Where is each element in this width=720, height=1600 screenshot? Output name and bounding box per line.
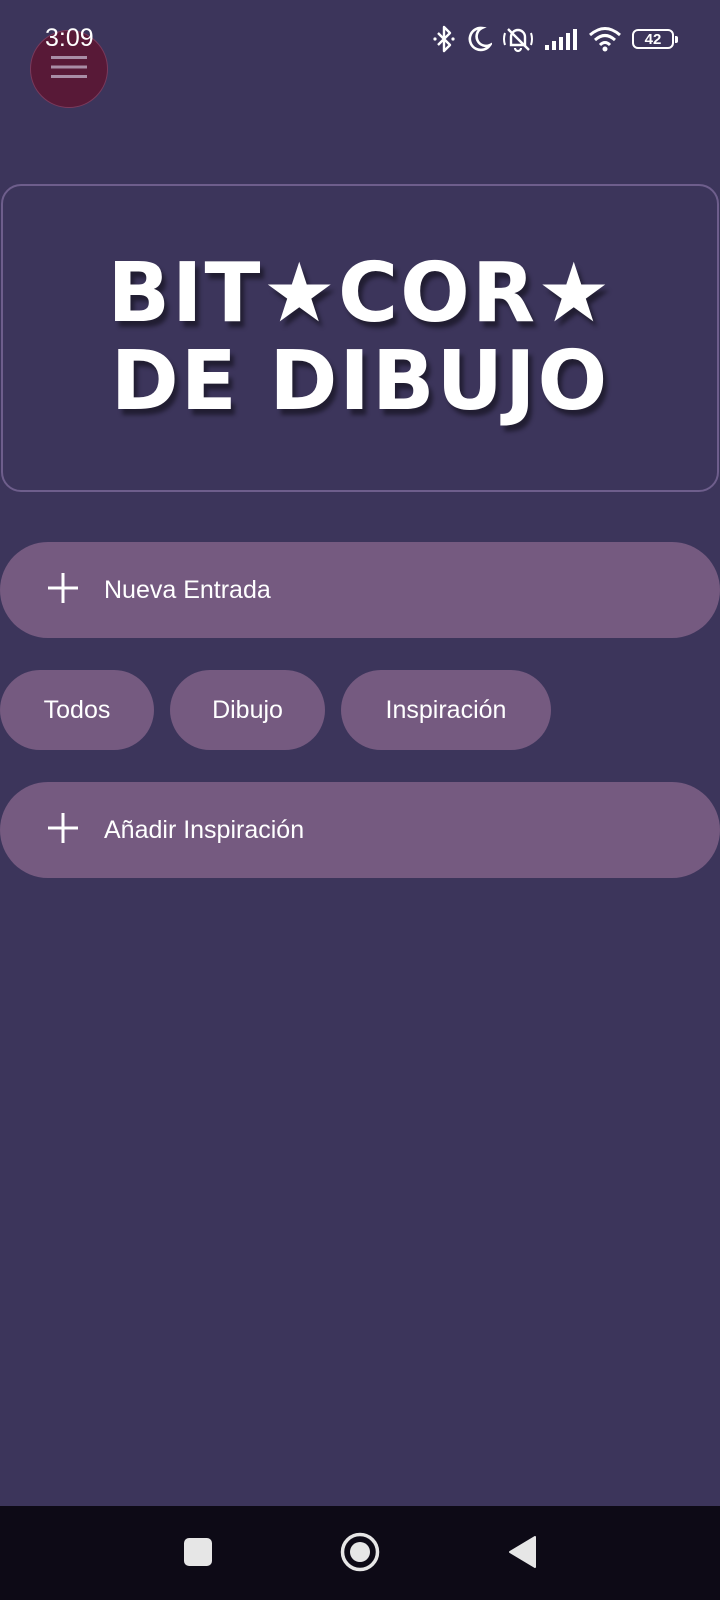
moon-icon	[466, 25, 492, 53]
page-title: BIT★COR★ DE DIBUJO	[107, 246, 613, 429]
status-time: 3:09	[45, 24, 94, 52]
home-button[interactable]	[338, 1532, 382, 1576]
add-inspiration-button[interactable]: Añadir Inspiración	[0, 782, 720, 878]
system-nav-bar	[0, 1506, 720, 1600]
title-card: BIT★COR★ DE DIBUJO	[1, 184, 719, 492]
new-entry-label: Nueva Entrada	[104, 575, 271, 604]
status-icons: 42	[432, 22, 678, 56]
battery-icon: 42	[632, 29, 678, 49]
battery-level: 42	[644, 30, 662, 48]
circle-icon	[339, 1531, 381, 1578]
bluetooth-icon	[432, 25, 456, 53]
plus-icon	[46, 811, 104, 850]
status-bar: 3:09 42	[0, 0, 720, 80]
notifications-off-icon	[502, 25, 534, 53]
new-entry-button[interactable]: Nueva Entrada	[0, 542, 720, 638]
plus-icon	[46, 571, 104, 610]
wifi-icon	[588, 25, 622, 53]
filter-chip-inspiracion[interactable]: Inspiración	[341, 670, 551, 750]
filter-chip-todos[interactable]: Todos	[0, 670, 154, 750]
back-triangle-icon	[507, 1535, 537, 1574]
filter-chip-dibujo[interactable]: Dibujo	[170, 670, 325, 750]
recent-apps-button[interactable]	[176, 1532, 220, 1576]
back-button[interactable]	[500, 1532, 544, 1576]
signal-icon	[544, 27, 578, 51]
square-icon	[183, 1537, 213, 1572]
add-inspiration-label: Añadir Inspiración	[104, 815, 305, 844]
hamburger-menu-icon	[51, 54, 87, 85]
